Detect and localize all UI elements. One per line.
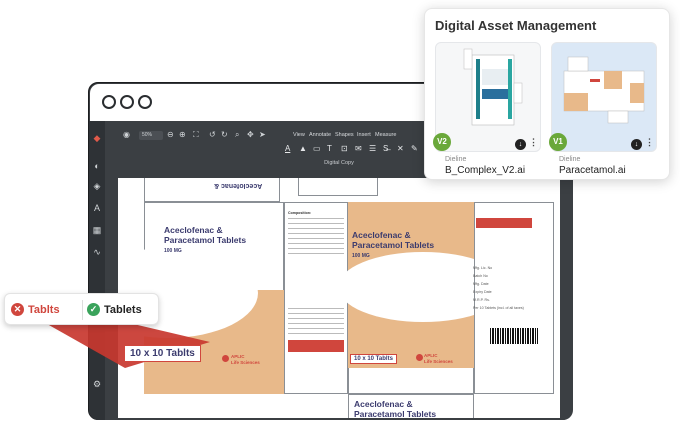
divider [82, 300, 83, 320]
asset-caption: Dieline [559, 156, 581, 163]
incorrect-spelling[interactable]: ✕ Tablts [11, 300, 75, 320]
paracetamol-preview [563, 56, 645, 124]
dam-panel: Digital Asset Management V2 ↓ ⋮ Dieline … [424, 8, 670, 180]
correct-word: Tablets [104, 304, 142, 316]
asset-thumbnail[interactable] [551, 42, 657, 152]
check-icon: ✓ [87, 303, 100, 316]
stage: ◆ ◐ ◈ A ▦ ∿ ⚙ ◉ 50% ⊖ ⊕ ⛶ ↺ ↻ ⌕ ✥ ➤ View [0, 0, 680, 425]
asset-filename[interactable]: Paracetamol.ai [559, 165, 626, 176]
error-icon: ✕ [11, 303, 24, 316]
asset-thumbnail[interactable] [435, 42, 541, 152]
correct-spelling[interactable]: ✓ Tablets [87, 300, 155, 320]
download-icon[interactable]: ↓ [515, 139, 526, 150]
incorrect-word: Tablts [28, 304, 60, 316]
dam-title: Digital Asset Management [435, 18, 597, 33]
version-badge: V1 [549, 133, 567, 151]
asset-filename[interactable]: B_Complex_V2.ai [445, 165, 525, 176]
spellcheck-suggestion: ✕ Tablts ✓ Tablets [4, 293, 159, 325]
more-options-icon[interactable]: ⋮ [645, 137, 654, 148]
more-options-icon[interactable]: ⋮ [529, 137, 538, 148]
b-complex-preview [463, 48, 523, 126]
download-icon[interactable]: ↓ [631, 139, 642, 150]
highlighted-error: 10 x 10 Tablts [124, 345, 201, 362]
asset-caption: Dieline [445, 156, 467, 163]
version-badge: V2 [433, 133, 451, 151]
